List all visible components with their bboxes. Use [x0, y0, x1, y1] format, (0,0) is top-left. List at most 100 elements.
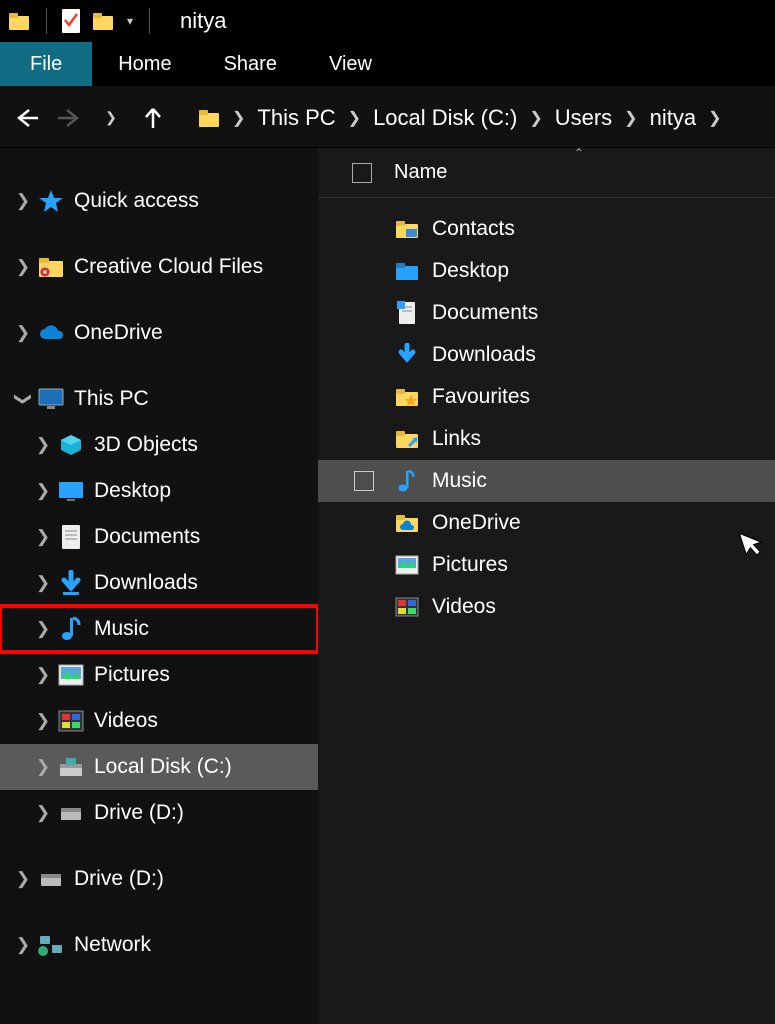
folder-icon — [392, 256, 422, 286]
disk-icon — [56, 752, 86, 782]
chevron-right-icon[interactable]: ❯ — [30, 573, 56, 593]
tree-network[interactable]: ❯ Network — [0, 922, 318, 968]
tree-music[interactable]: ❯ Music — [0, 606, 318, 652]
chevron-right-icon[interactable]: ❯ — [30, 711, 56, 731]
music-note-icon — [392, 466, 422, 496]
quick-access-newfolder-icon[interactable] — [89, 7, 117, 35]
tree-label: Documents — [94, 525, 200, 549]
folder-icon — [392, 508, 422, 538]
drive-icon — [56, 798, 86, 828]
chevron-right-icon[interactable]: ❯ — [30, 527, 56, 547]
file-list: Contacts Desktop Documents Downloads — [318, 198, 775, 628]
tree-drive-d-outer[interactable]: ❯ Drive (D:) — [0, 856, 318, 902]
breadcrumb-nitya[interactable]: nitya — [642, 105, 704, 131]
picture-icon — [56, 660, 86, 690]
file-row-favourites[interactable]: Favourites — [318, 376, 775, 418]
breadcrumb-localdisk[interactable]: Local Disk (C:) — [365, 105, 525, 131]
cube-icon — [56, 430, 86, 460]
chevron-right-icon[interactable]: ❯ — [30, 435, 56, 455]
nav-recent-dropdown[interactable]: ❯ — [92, 99, 130, 137]
tab-home[interactable]: Home — [92, 42, 197, 86]
row-checkbox[interactable] — [354, 471, 374, 491]
column-header-name[interactable]: Name — [394, 161, 447, 184]
breadcrumb-sep[interactable]: ❯ — [525, 108, 546, 128]
breadcrumb-root-icon[interactable] — [190, 107, 228, 129]
file-name: Favourites — [432, 385, 530, 409]
chevron-right-icon[interactable]: ❯ — [30, 665, 56, 685]
tree-this-pc[interactable]: ❯ This PC — [0, 376, 318, 422]
film-icon — [392, 592, 422, 622]
file-row-contacts[interactable]: Contacts — [318, 208, 775, 250]
tree-label: OneDrive — [74, 321, 163, 345]
quick-access-properties-icon[interactable] — [57, 7, 85, 35]
tab-file[interactable]: File — [0, 42, 92, 86]
breadcrumb-sep[interactable]: ❯ — [344, 108, 365, 128]
navigation-pane[interactable]: ❯ Quick access ❯ Creative Cloud Files ❯ … — [0, 148, 318, 1024]
title-bar: ▾ nitya — [0, 0, 775, 42]
breadcrumb-sep[interactable]: ❯ — [228, 108, 249, 128]
chevron-right-icon[interactable]: ❯ — [10, 257, 36, 277]
tree-label: 3D Objects — [94, 433, 198, 457]
column-header-row: Name ⌃ — [318, 148, 775, 198]
chevron-right-icon[interactable]: ❯ — [30, 481, 56, 501]
tree-desktop[interactable]: ❯ Desktop — [0, 468, 318, 514]
tree-downloads[interactable]: ❯ Downloads — [0, 560, 318, 606]
tree-label: Creative Cloud Files — [74, 255, 263, 279]
tree-label: Music — [94, 617, 149, 641]
file-name: Music — [432, 469, 487, 493]
file-row-documents[interactable]: Documents — [318, 292, 775, 334]
picture-icon — [392, 550, 422, 580]
tree-local-disk-c[interactable]: ❯ Local Disk (C:) — [0, 744, 318, 790]
breadcrumb-sep[interactable]: ❯ — [704, 108, 725, 128]
folder-icon — [392, 214, 422, 244]
tree-label: This PC — [74, 387, 149, 411]
tree-creative-cloud[interactable]: ❯ Creative Cloud Files — [0, 244, 318, 290]
file-row-videos[interactable]: Videos — [318, 586, 775, 628]
breadcrumb-sep[interactable]: ❯ — [620, 108, 641, 128]
monitor-icon — [36, 384, 66, 414]
chevron-right-icon[interactable]: ❯ — [10, 323, 36, 343]
address-bar[interactable]: ❯ This PC ❯ Local Disk (C:) ❯ Users ❯ ni… — [186, 97, 767, 139]
file-name: Documents — [432, 301, 538, 325]
tree-pictures[interactable]: ❯ Pictures — [0, 652, 318, 698]
chevron-right-icon[interactable]: ❯ — [30, 803, 56, 823]
breadcrumb-users[interactable]: Users — [547, 105, 620, 131]
breadcrumb-thispc[interactable]: This PC — [249, 105, 343, 131]
cloud-icon — [36, 318, 66, 348]
tree-label: Videos — [94, 709, 158, 733]
file-row-music[interactable]: Music — [318, 460, 775, 502]
file-row-pictures[interactable]: Pictures — [318, 544, 775, 586]
file-name: Links — [432, 427, 481, 451]
window-title: nitya — [180, 8, 226, 34]
desktop-icon — [56, 476, 86, 506]
tree-3d-objects[interactable]: ❯ 3D Objects — [0, 422, 318, 468]
content-pane[interactable]: Name ⌃ Contacts Desktop Documents — [318, 148, 775, 1024]
chevron-right-icon[interactable]: ❯ — [10, 935, 36, 955]
folder-icon — [392, 382, 422, 412]
ribbon-tabs: File Home Share View — [0, 42, 775, 88]
select-all-checkbox[interactable] — [352, 163, 372, 183]
chevron-right-icon[interactable]: ❯ — [30, 619, 56, 639]
tree-drive-d[interactable]: ❯ Drive (D:) — [0, 790, 318, 836]
file-row-onedrive[interactable]: OneDrive — [318, 502, 775, 544]
chevron-right-icon[interactable]: ❯ — [30, 757, 56, 777]
nav-back-button[interactable] — [8, 99, 46, 137]
chevron-right-icon[interactable]: ❯ — [10, 191, 36, 211]
tree-documents[interactable]: ❯ Documents — [0, 514, 318, 560]
file-row-desktop[interactable]: Desktop — [318, 250, 775, 292]
nav-up-button[interactable] — [134, 99, 172, 137]
tree-label: Quick access — [74, 189, 199, 213]
chevron-down-icon[interactable]: ❯ — [13, 386, 33, 412]
file-name: Contacts — [432, 217, 515, 241]
tree-quick-access[interactable]: ❯ Quick access — [0, 178, 318, 224]
file-row-downloads[interactable]: Downloads — [318, 334, 775, 376]
tree-onedrive[interactable]: ❯ OneDrive — [0, 310, 318, 356]
file-name: Pictures — [432, 553, 508, 577]
file-row-links[interactable]: Links — [318, 418, 775, 460]
quick-access-dropdown-icon[interactable]: ▾ — [127, 14, 133, 28]
chevron-right-icon[interactable]: ❯ — [10, 869, 36, 889]
tab-view[interactable]: View — [303, 42, 398, 86]
nav-forward-button[interactable] — [50, 99, 88, 137]
tab-share[interactable]: Share — [198, 42, 303, 86]
tree-videos[interactable]: ❯ Videos — [0, 698, 318, 744]
